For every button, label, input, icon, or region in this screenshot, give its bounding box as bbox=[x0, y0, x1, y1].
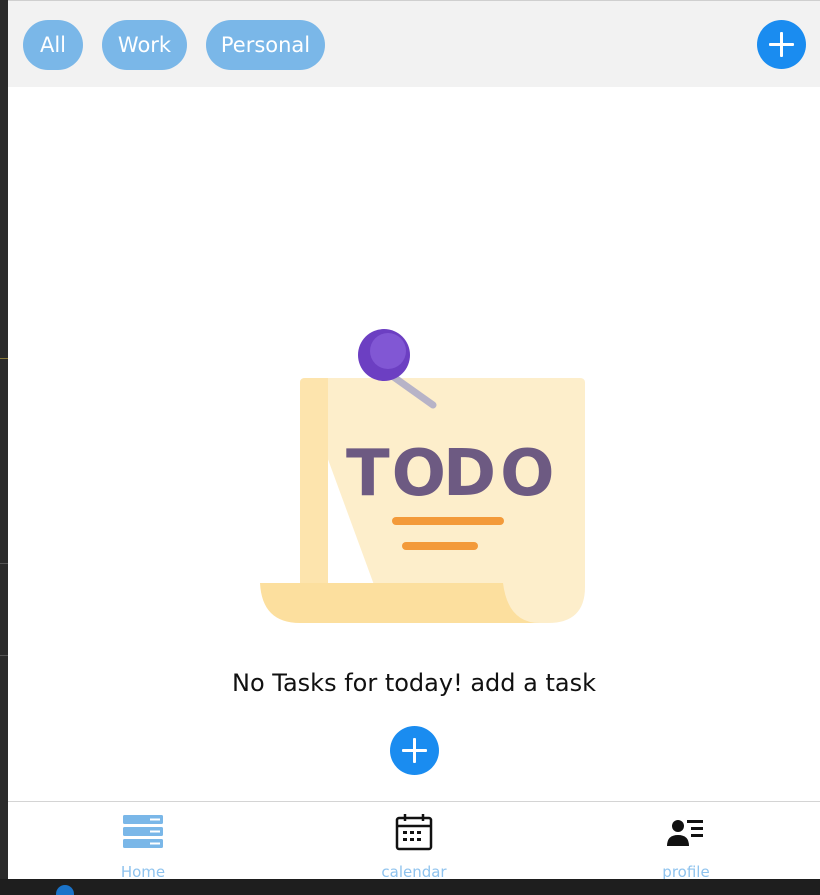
filter-chip-all[interactable]: All bbox=[23, 20, 83, 70]
home-list-icon bbox=[123, 815, 163, 848]
background-glyph bbox=[0, 860, 6, 872]
nav-label-profile: profile bbox=[662, 863, 710, 879]
background-editor-strip bbox=[0, 0, 8, 890]
background-divider bbox=[0, 563, 8, 564]
background-divider bbox=[0, 655, 8, 656]
add-task-header-button[interactable] bbox=[757, 20, 806, 69]
background-divider bbox=[0, 358, 8, 359]
todo-note-illustration: TO DO bbox=[260, 329, 585, 623]
todo-app-window: All Work Personal TO DO No Tasks for tod… bbox=[8, 0, 820, 879]
add-task-button[interactable] bbox=[390, 726, 439, 775]
empty-state-message: No Tasks for today! add a task bbox=[232, 669, 596, 697]
filter-header: All Work Personal bbox=[8, 0, 820, 87]
svg-text:DO: DO bbox=[443, 437, 559, 511]
bottom-navigation: Home calendar profile bbox=[8, 801, 820, 879]
svg-text:TO: TO bbox=[346, 437, 448, 511]
nav-item-profile[interactable]: profile bbox=[586, 802, 786, 879]
background-indicator bbox=[56, 885, 74, 895]
nav-label-calendar: calendar bbox=[381, 863, 447, 879]
nav-item-home[interactable]: Home bbox=[43, 802, 243, 879]
background-glyph bbox=[0, 342, 6, 354]
filter-chip-personal[interactable]: Personal bbox=[206, 20, 325, 70]
filter-chip-work[interactable]: Work bbox=[102, 20, 187, 70]
calendar-icon bbox=[395, 814, 433, 851]
nav-item-calendar[interactable]: calendar bbox=[314, 802, 514, 879]
nav-label-home: Home bbox=[120, 863, 166, 879]
background-taskbar-strip bbox=[0, 879, 820, 895]
profile-card-icon bbox=[667, 820, 703, 846]
